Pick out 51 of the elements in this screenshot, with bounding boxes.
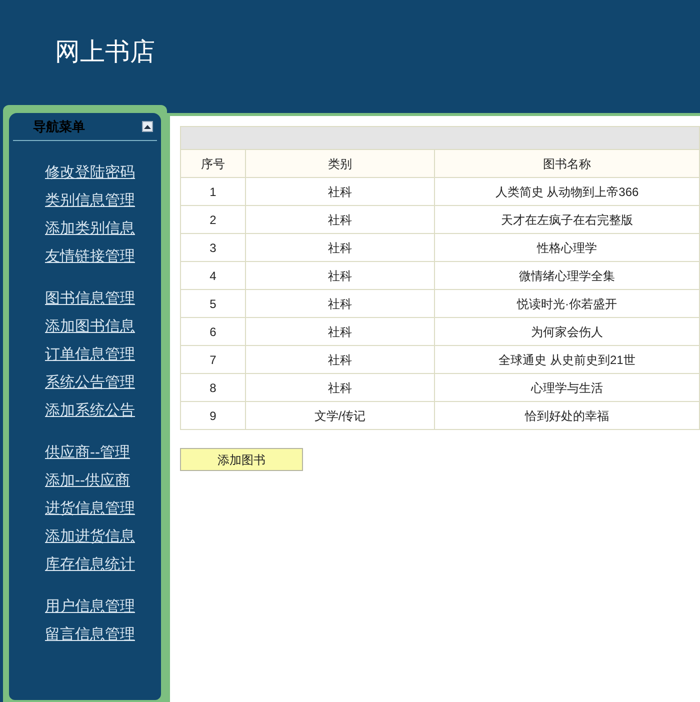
column-header: 序号 [180, 150, 246, 178]
column-header: 类别 [246, 150, 434, 178]
caret-up-icon [144, 124, 151, 128]
nav-link[interactable]: 进货信息管理 [45, 495, 161, 523]
table-cell: 7 [180, 346, 246, 374]
nav-link[interactable]: 系统公告管理 [45, 369, 161, 397]
table-cell: 社科 [246, 206, 434, 234]
table-cell: 人类简史 从动物到上帝366 [434, 178, 700, 206]
nav-link[interactable]: 订单信息管理 [45, 341, 161, 369]
nav-link[interactable]: 留言信息管理 [45, 621, 161, 649]
table-cell: 心理学与生活 [434, 374, 700, 402]
table-cell: 2 [180, 206, 246, 234]
table-cell: 悦读时光·你若盛开 [434, 290, 700, 318]
nav-link[interactable]: 添加图书信息 [45, 313, 161, 341]
nav-link[interactable]: 类别信息管理 [45, 187, 161, 215]
nav-title: 导航菜单 [33, 118, 85, 136]
nav-link[interactable]: 修改登陆密码 [45, 159, 161, 187]
table-cell: 3 [180, 234, 246, 262]
table-cell: 社科 [246, 318, 434, 346]
table-cell: 4 [180, 262, 246, 290]
table-cell: 1 [180, 178, 246, 206]
table-cell: 6 [180, 318, 246, 346]
collapse-button[interactable] [142, 121, 153, 132]
nav-link[interactable]: 添加--供应商 [45, 467, 161, 495]
table-cell: 社科 [246, 346, 434, 374]
table-cell: 全球通史 从史前史到21世 [434, 346, 700, 374]
nav-link[interactable]: 添加进货信息 [45, 523, 161, 551]
table-cell: 社科 [246, 234, 434, 262]
table-cell: 微情绪心理学全集 [434, 262, 700, 290]
nav-link[interactable]: 库存信息统计 [45, 551, 161, 579]
table-cell: 社科 [246, 178, 434, 206]
nav-link[interactable]: 图书信息管理 [45, 285, 161, 313]
table-cell: 恰到好处的幸福 [434, 402, 700, 430]
nav-link[interactable]: 添加类别信息 [45, 215, 161, 243]
site-title: 网上书店 [55, 36, 155, 68]
nav-link[interactable]: 友情链接管理 [45, 243, 161, 271]
table-cell: 性格心理学 [434, 234, 700, 262]
table-cell: 社科 [246, 374, 434, 402]
nav-link[interactable]: 添加系统公告 [45, 397, 161, 425]
table-cell: 9 [180, 402, 246, 430]
table-cell: 社科 [246, 290, 434, 318]
table-cell: 为何家会伤人 [434, 318, 700, 346]
nav-link[interactable]: 用户信息管理 [45, 593, 161, 621]
nav-link[interactable]: 供应商--管理 [45, 439, 161, 467]
table-cell: 文学/传记 [246, 402, 434, 430]
table-cell: 社科 [246, 262, 434, 290]
table-cell: 5 [180, 290, 246, 318]
column-header: 图书名称 [434, 150, 700, 178]
table-cell: 天才在左疯子在右完整版 [434, 206, 700, 234]
table-cell: 8 [180, 374, 246, 402]
add-book-button[interactable]: 添加图书 [180, 448, 303, 471]
